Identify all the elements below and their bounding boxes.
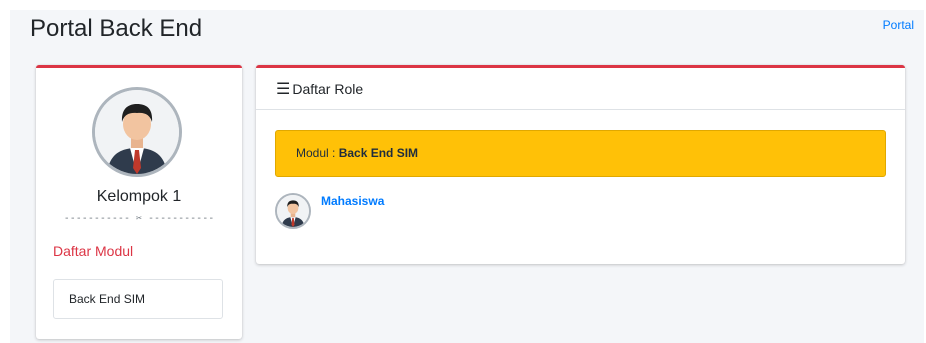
profile-name: Kelompok 1 [96, 188, 182, 205]
user-avatar-icon [95, 90, 179, 174]
role-card-title: Daftar Role [292, 81, 364, 97]
modul-list-heading: Daftar Modul [53, 243, 134, 259]
scissor-divider: ----------- ✂ ----------- [63, 213, 215, 224]
role-name-link[interactable]: Mahasiswa [321, 194, 384, 208]
role-item-mahasiswa[interactable]: Mahasiswa [275, 193, 475, 229]
role-avatar [275, 193, 311, 229]
modul-alert-value: Back End SIM [338, 146, 419, 160]
user-avatar-icon [277, 195, 309, 227]
breadcrumb-portal-link[interactable]: Portal [883, 18, 914, 32]
profile-card: Kelompok 1 ----------- ✂ ----------- Daf… [36, 65, 242, 339]
page-title: Portal Back End [30, 15, 203, 42]
role-card: ☰ Daftar Role Modul : Back End SIM Mahasi… [256, 65, 905, 264]
content-wrapper: Portal Back End Portal Kelompok 1 ------… [10, 10, 924, 343]
modul-alert-prefix: Modul : [296, 146, 339, 160]
modul-alert: Modul : Back End SIM [275, 130, 886, 177]
modul-item-back-end-sim[interactable]: Back End SIM [53, 279, 223, 319]
avatar [92, 87, 182, 177]
bars-icon: ☰ [276, 81, 291, 98]
role-card-header: ☰ Daftar Role [256, 68, 905, 110]
